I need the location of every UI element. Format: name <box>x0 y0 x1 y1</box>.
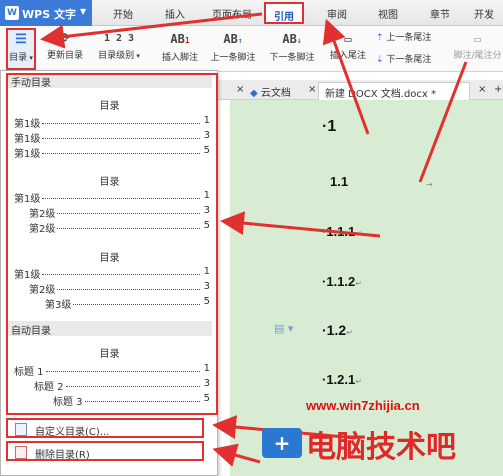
arrow-segment <box>418 61 468 183</box>
watermark-logo-icon: + <box>262 428 302 458</box>
watermark-site: 电脑技术吧 <box>306 431 456 464</box>
watermark-url: www.win7zhijia.cn <box>306 398 420 413</box>
arrow-to-toc-styles <box>220 211 381 238</box>
arrow-to-delete-toc <box>212 443 261 467</box>
arrow-to-references-tab <box>322 18 370 135</box>
annotation-arrows <box>40 12 468 467</box>
arrow-to-toc-button <box>40 12 263 49</box>
